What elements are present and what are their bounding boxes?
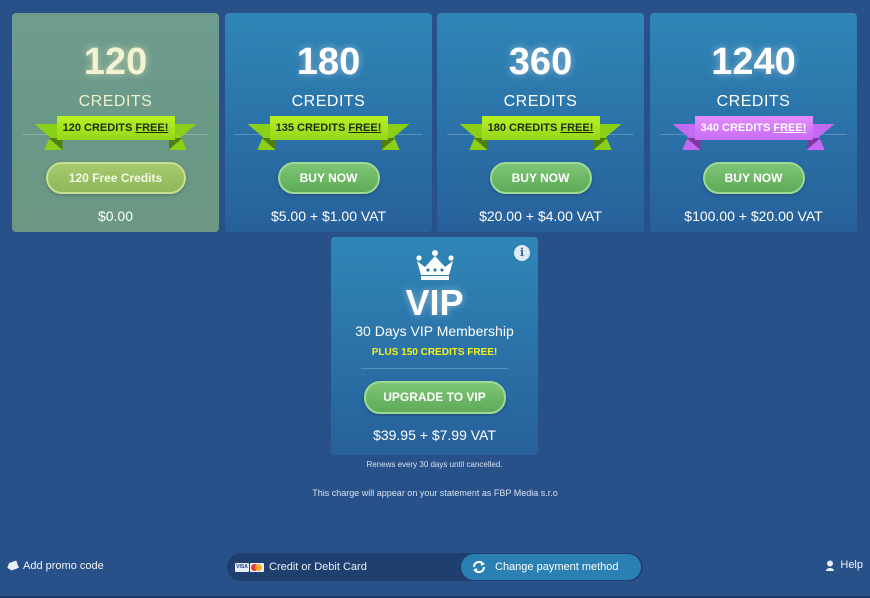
package-amount: 1240	[711, 41, 796, 83]
ribbon-band: 120 CREDITS FREE!	[56, 116, 175, 140]
buy-now-button[interactable]: BUY NOW	[489, 162, 592, 194]
statement-note: This charge will appear on your statemen…	[312, 488, 558, 498]
payment-method: VISA Credit or Debit Card	[235, 553, 367, 581]
ribbon-free-text: FREE!	[135, 122, 169, 134]
package-amount: 120	[83, 41, 148, 83]
bonus-ribbon: 180 CREDITS FREE!	[459, 114, 622, 154]
ribbon-band: 180 CREDITS FREE!	[481, 116, 600, 140]
package-amount: 360	[508, 41, 573, 83]
change-payment-method-button[interactable]: Change payment method	[461, 554, 641, 580]
help-link[interactable]: Help	[825, 559, 863, 571]
ribbon-text: 340 CREDITS	[700, 122, 774, 134]
card-icons: VISA	[235, 562, 264, 572]
buy-now-button[interactable]: BUY NOW	[702, 162, 805, 194]
payment-method-bar: VISA Credit or Debit Card Change payment…	[227, 553, 643, 581]
ribbon-text: 120 CREDITS	[62, 122, 136, 134]
ribbon-text: 135 CREDITS	[275, 122, 349, 134]
package-unit: CREDITS	[716, 93, 791, 110]
vip-card: i VIP 30 Days VIP Membership PLUS 150 CR…	[331, 237, 538, 455]
package-unit: CREDITS	[291, 93, 366, 110]
buy-now-button[interactable]: BUY NOW	[277, 162, 380, 194]
vip-title: VIP	[405, 282, 464, 323]
ribbon-band: 340 CREDITS FREE!	[694, 116, 813, 140]
package-amount: 180	[296, 41, 361, 83]
promo-label: Add promo code	[23, 560, 104, 572]
vip-subtitle: 30 Days VIP Membership	[355, 323, 514, 339]
package-card-360: 360 CREDITS 180 CREDITS FREE! BUY NOW $2…	[437, 13, 644, 232]
upgrade-vip-button[interactable]: UPGRADE TO VIP	[363, 381, 506, 414]
tag-icon	[6, 560, 19, 571]
visa-icon: VISA	[235, 562, 249, 572]
package-price: $20.00 + $4.00 VAT	[479, 208, 602, 224]
vip-price: $39.95 + $7.99 VAT	[373, 427, 496, 443]
bonus-ribbon: 340 CREDITS FREE!	[672, 114, 835, 154]
bonus-ribbon: 120 CREDITS FREE!	[34, 114, 197, 154]
bottom-bar: Add promo code VISA Credit or Debit Card…	[0, 549, 870, 585]
ribbon-free-text: FREE!	[348, 122, 382, 134]
renew-note: Renews every 30 days until cancelled.	[366, 460, 503, 469]
change-payment-label: Change payment method	[495, 561, 619, 573]
info-icon[interactable]: i	[514, 245, 530, 261]
crown-icon	[416, 250, 454, 280]
divider	[361, 368, 508, 369]
ribbon-band: 135 CREDITS FREE!	[269, 116, 388, 140]
mastercard-icon	[250, 562, 264, 572]
ribbon-free-text: FREE!	[560, 122, 594, 134]
package-unit: CREDITS	[78, 93, 153, 110]
bonus-ribbon: 135 CREDITS FREE!	[247, 114, 410, 154]
payment-method-label: Credit or Debit Card	[269, 561, 367, 573]
help-label: Help	[840, 559, 863, 571]
package-card-120: 120 CREDITS 120 CREDITS FREE! 120 Free C…	[12, 13, 219, 232]
package-card-1240: 1240 CREDITS 340 CREDITS FREE! BUY NOW $…	[650, 13, 857, 232]
help-icon	[826, 560, 835, 571]
refresh-icon	[472, 561, 486, 573]
package-unit: CREDITS	[503, 93, 578, 110]
vip-bonus: PLUS 150 CREDITS FREE!	[371, 347, 498, 358]
ribbon-free-text: FREE!	[773, 122, 807, 134]
free-credits-button[interactable]: 120 Free Credits	[45, 162, 186, 194]
package-price: $0.00	[97, 208, 134, 224]
package-price: $5.00 + $1.00 VAT	[270, 208, 387, 224]
ribbon-text: 180 CREDITS	[487, 122, 561, 134]
package-card-180: 180 CREDITS 135 CREDITS FREE! BUY NOW $5…	[225, 13, 432, 232]
add-promo-code-link[interactable]: Add promo code	[7, 560, 104, 572]
package-price: $100.00 + $20.00 VAT	[684, 208, 823, 224]
